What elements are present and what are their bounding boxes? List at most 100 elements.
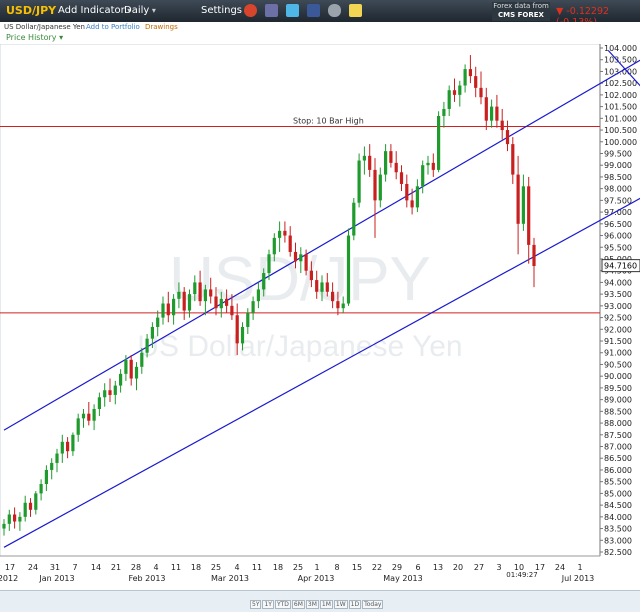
x-day-label: 13 xyxy=(433,563,443,572)
candle-body xyxy=(246,312,250,327)
range-button-1m[interactable]: 1M xyxy=(319,600,333,609)
drawings-link[interactable]: Drawings xyxy=(145,23,178,31)
candle-body xyxy=(214,296,218,309)
candle-body xyxy=(134,366,139,379)
x-day-label: 25 xyxy=(211,563,221,572)
range-button-6m[interactable]: 6M xyxy=(291,600,305,609)
y-tick-label: 89.500 xyxy=(604,384,632,393)
timeline-navigator[interactable]: 5Y 1Y YTD 6M 3M 1M 1W 1D Today xyxy=(0,590,640,612)
y-tick-label: 92.500 xyxy=(604,314,632,323)
bookmark-icon[interactable] xyxy=(265,4,278,17)
candle-body xyxy=(479,87,483,98)
y-tick-label: 96.000 xyxy=(604,232,632,241)
x-month-label: Jan 2013 xyxy=(38,574,74,583)
candle-body xyxy=(129,359,133,379)
candle-body xyxy=(288,235,292,252)
y-tick-label: 102.000 xyxy=(604,91,637,100)
candle-body xyxy=(309,270,313,281)
candle-body xyxy=(352,202,356,236)
candle-body xyxy=(113,385,117,395)
candle-body xyxy=(55,453,59,463)
candle-body xyxy=(336,301,340,309)
y-tick-label: 93.000 xyxy=(604,302,632,311)
y-tick-label: 85.000 xyxy=(604,489,632,498)
range-button-5y[interactable]: 5Y xyxy=(250,600,262,609)
candle-body xyxy=(18,516,22,522)
candle-body xyxy=(516,174,520,224)
candle-body xyxy=(532,244,536,267)
candle-body xyxy=(357,160,361,203)
settings-button[interactable]: Settings xyxy=(201,5,249,16)
y-tick-label: 94.000 xyxy=(604,278,632,287)
price-chart[interactable]: USD/JPYUS Dollar/Japanese Yen104.000103.… xyxy=(0,44,640,611)
candle-body xyxy=(468,69,472,77)
alarm-clock-icon[interactable] xyxy=(244,4,257,17)
period-select[interactable]: Daily xyxy=(124,5,156,16)
y-tick-label: 91.000 xyxy=(604,349,632,358)
range-button-1w[interactable]: 1W xyxy=(333,600,348,609)
candle-body xyxy=(325,282,329,292)
candle-body xyxy=(119,373,123,386)
candle-body xyxy=(410,200,414,208)
x-day-label: 14 xyxy=(91,563,101,572)
candle-body xyxy=(150,326,154,339)
x-day-label: 24 xyxy=(28,563,38,572)
candle-body xyxy=(362,155,366,161)
y-tick-label: 84.000 xyxy=(604,513,632,522)
range-button-3m[interactable]: 3M xyxy=(305,600,319,609)
candle-body xyxy=(97,397,101,410)
candle-body xyxy=(251,301,255,313)
y-tick-label: 90.000 xyxy=(604,372,632,381)
symbol-label[interactable]: USD/JPY xyxy=(6,4,56,17)
x-day-label: 20 xyxy=(453,563,463,572)
candle-body xyxy=(527,186,531,245)
add-to-portfolio-link[interactable]: Add to Portfolio xyxy=(86,23,140,31)
candle-body xyxy=(23,502,27,517)
forex-line1: Forex data from xyxy=(493,2,549,10)
last-price-label: 94.7160 xyxy=(604,262,637,271)
x-month-label: May 2013 xyxy=(383,574,422,583)
candle-body xyxy=(500,120,504,131)
x-day-label: 29 xyxy=(392,563,402,572)
candle-body xyxy=(405,183,409,201)
instrument-name: US Dollar/Japanese Yen xyxy=(4,23,85,31)
y-tick-label: 84.500 xyxy=(604,501,632,510)
add-indicator-button[interactable]: Add Indicator xyxy=(58,5,131,16)
forex-data-badge[interactable]: Forex data from CMS FOREX xyxy=(492,2,550,21)
candle-body xyxy=(431,162,435,170)
tab-price-history[interactable]: Price History ▾ xyxy=(6,33,63,42)
x-month-label: Feb 2013 xyxy=(128,574,165,583)
candle-body xyxy=(219,298,223,309)
y-tick-label: 100.500 xyxy=(604,126,637,135)
candle-body xyxy=(373,169,377,201)
twitter-icon[interactable] xyxy=(286,4,299,17)
y-tick-label: 83.500 xyxy=(604,525,632,534)
note-icon[interactable] xyxy=(349,4,362,17)
y-tick-label: 86.500 xyxy=(604,454,632,463)
candle-body xyxy=(458,85,462,95)
candle-body xyxy=(230,305,234,316)
candle-body xyxy=(394,162,398,173)
candle-body xyxy=(124,359,128,374)
candle-body xyxy=(484,97,488,121)
candle-body xyxy=(140,352,144,367)
top-toolbar: USD/JPY Add Indicator Daily Settings For… xyxy=(0,0,640,28)
candle-body xyxy=(474,76,478,88)
candle-body xyxy=(166,303,170,316)
y-tick-label: 102.500 xyxy=(604,79,637,88)
facebook-icon[interactable] xyxy=(307,4,320,17)
range-button-ytd[interactable]: YTD xyxy=(274,600,291,609)
candle-body xyxy=(198,282,202,302)
camera-icon[interactable] xyxy=(328,4,341,17)
range-button-today[interactable]: Today xyxy=(362,600,384,609)
candle-body xyxy=(447,90,451,109)
x-day-label: 8 xyxy=(334,563,339,572)
range-button-1y[interactable]: 1Y xyxy=(262,600,274,609)
y-tick-label: 82.500 xyxy=(604,548,632,557)
y-tick-label: 99.000 xyxy=(604,161,632,170)
range-button-1d[interactable]: 1D xyxy=(348,600,362,609)
x-month-label: Mar 2013 xyxy=(211,574,249,583)
candle-body xyxy=(145,338,149,353)
x-day-label: 18 xyxy=(273,563,283,572)
x-day-label: 7 xyxy=(72,563,77,572)
